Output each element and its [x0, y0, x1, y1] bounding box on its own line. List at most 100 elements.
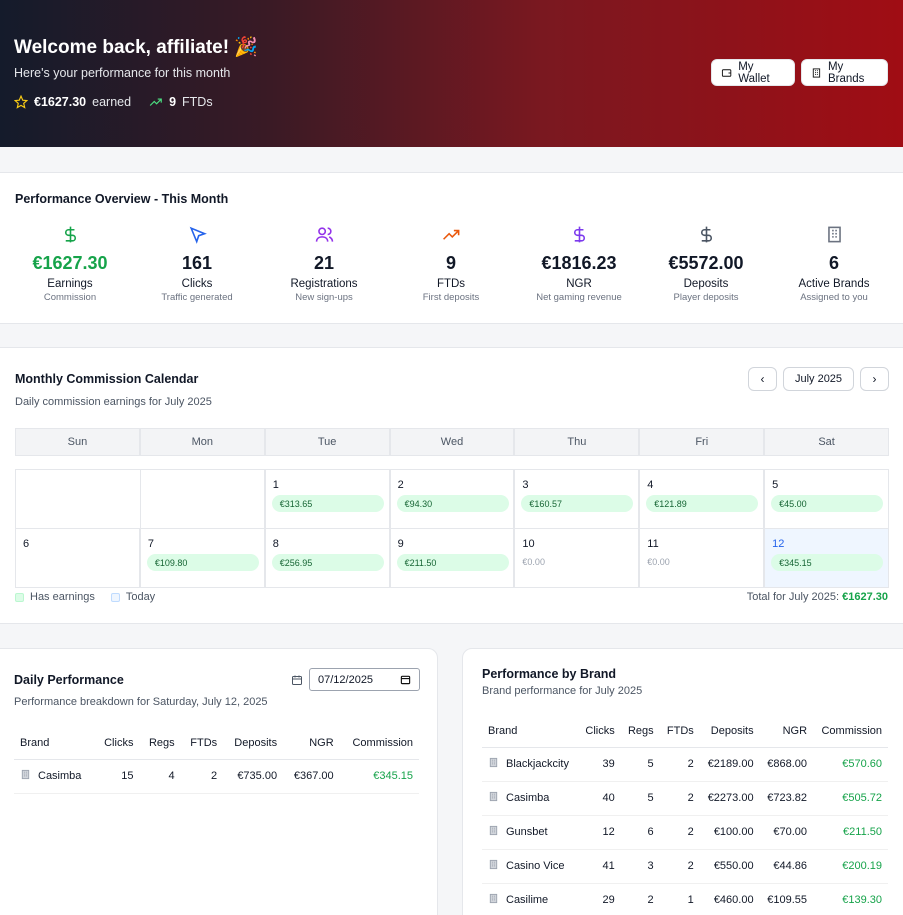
prev-month-button[interactable]: ‹ — [748, 367, 777, 391]
value-cell: €460.00 — [699, 883, 760, 915]
value-cell: 2 — [180, 759, 224, 794]
calendar-day[interactable]: 9 €211.50 — [389, 529, 515, 588]
star-icon — [14, 95, 28, 109]
table-row: Casimba 15 4 2 €735.00 €367.00 €345.15 — [14, 759, 419, 794]
daily-subtitle: Performance breakdown for Saturday, July… — [14, 696, 268, 708]
brand-name-wrap: Blackjackcity — [488, 757, 572, 771]
earnings-zero: €0.00 — [647, 557, 670, 567]
calendar-day[interactable]: 3 €160.57 — [514, 470, 640, 529]
my-brands-button[interactable]: My Brands — [801, 59, 888, 86]
value-cell: €200.19 — [813, 849, 888, 884]
weekday-fri: Fri — [639, 428, 765, 456]
value-cell: 6 — [620, 815, 660, 850]
calendar-day[interactable]: 10 €0.00 — [514, 529, 640, 588]
calendar-day[interactable]: 8 €256.95 — [264, 529, 390, 588]
metric-clicks: 161 Clicks Traffic generated — [137, 223, 257, 303]
metric-label: Deposits — [683, 278, 729, 290]
calendar-picker-icon[interactable] — [400, 674, 411, 685]
brand-cell: Casimba — [482, 781, 579, 816]
welcome-subtitle: Here's your performance for this month — [14, 66, 231, 80]
brand-cell: Casimba — [14, 759, 95, 794]
metric-value: 21 — [313, 253, 335, 273]
my-wallet-button[interactable]: My Wallet — [711, 59, 795, 86]
column-header: Deposits — [699, 715, 760, 748]
brand-name-wrap: Casimba — [488, 791, 572, 805]
calendar-subtitle: Daily commission earnings for July 2025 — [15, 396, 212, 408]
legend-earnings-label: Has earnings — [30, 591, 95, 603]
performance-overview-card: Performance Overview - This Month €1627.… — [0, 172, 903, 324]
weekday-header: Sun Mon Tue Wed Thu Fri Sat — [15, 428, 890, 456]
value-cell: 41 — [578, 849, 621, 884]
brand-cell: Casino Vice — [482, 849, 579, 884]
brand-name-wrap: Casimba — [20, 769, 88, 783]
wallet-icon — [721, 68, 732, 77]
earnings-badge: €109.80 — [146, 554, 259, 571]
metric-sublabel: New sign-ups — [295, 292, 353, 303]
calendar-day[interactable]: 7 €109.80 — [139, 529, 265, 588]
day-number: 7 — [147, 538, 154, 550]
column-header: FTDs — [180, 727, 224, 760]
value-cell: €505.72 — [813, 781, 888, 816]
calendar-day[interactable]: 11 €0.00 — [639, 529, 765, 588]
ftds-value: 9 — [169, 95, 177, 109]
month-selector[interactable]: July 2025 — [783, 367, 854, 391]
brand-cell: Gunsbet — [482, 815, 579, 850]
building-icon — [812, 67, 821, 78]
calendar-day[interactable]: 1 €313.65 — [264, 470, 390, 529]
metric-label: Registrations — [290, 278, 358, 290]
legend-today-label: Today — [125, 591, 156, 603]
column-header: FTDs — [659, 715, 700, 748]
value-cell: 5 — [620, 747, 660, 782]
welcome-banner: Welcome back, affiliate! 🎉 Here's your p… — [0, 0, 903, 147]
value-cell: €367.00 — [283, 759, 340, 794]
cursor-icon — [137, 223, 257, 245]
brand-name: Casilime — [506, 894, 549, 906]
column-header: Commission — [813, 715, 888, 748]
earnings-badge: €45.00 — [771, 495, 884, 512]
column-header: Clicks — [578, 715, 621, 748]
metric-earnings: €1627.30 Earnings Commission — [10, 223, 130, 303]
value-cell: 2 — [659, 815, 700, 850]
ftds-label: FTDs — [182, 95, 213, 109]
earnings-badge: €94.30 — [396, 495, 509, 512]
commission-calendar-card: Monthly Commission Calendar Daily commis… — [0, 347, 903, 624]
value-cell: €2189.00 — [699, 747, 760, 782]
brand-name: Blackjackcity — [506, 758, 569, 770]
brand-name: Casimba — [506, 792, 550, 804]
weekday-sun: Sun — [15, 428, 140, 456]
column-header: Regs — [620, 715, 660, 748]
earnings-badge: €160.57 — [521, 495, 634, 512]
metric-ngr: €1816.23 NGR Net gaming revenue — [519, 223, 639, 303]
calendar-title: Monthly Commission Calendar — [15, 372, 199, 386]
earnings-badge: €211.50 — [396, 554, 509, 571]
value-cell: €211.50 — [813, 815, 888, 850]
metric-value: €1816.23 — [541, 253, 617, 273]
today-swatch — [110, 592, 120, 602]
day-number: 1 — [272, 479, 279, 491]
value-cell: €723.82 — [759, 781, 814, 816]
day-number: 8 — [272, 538, 279, 550]
date-input[interactable]: 07/12/2025 — [309, 668, 420, 691]
day-number: 5 — [772, 479, 779, 491]
calendar-day[interactable]: 12 €345.15 — [764, 529, 889, 588]
day-number: 4 — [647, 479, 654, 491]
weekday-tue: Tue — [264, 428, 390, 456]
earnings-zero: €0.00 — [522, 557, 545, 567]
day-number: 9 — [397, 538, 404, 550]
value-cell: 29 — [578, 883, 621, 915]
metric-active-brands: 6 Active Brands Assigned to you — [774, 223, 894, 303]
table-header-row: Brand Clicks Regs FTDs Deposits NGR Commission — [14, 727, 419, 760]
building-icon — [488, 825, 499, 839]
value-cell: 2 — [620, 883, 660, 915]
metric-value: €1627.30 — [32, 253, 108, 273]
building-icon — [488, 893, 499, 907]
next-month-button[interactable]: › — [860, 367, 889, 391]
calendar-day[interactable]: 6 — [15, 529, 140, 588]
calendar-day[interactable]: 2 €94.30 — [389, 470, 515, 529]
brand-cell: Blackjackcity — [482, 747, 579, 782]
chevron-right-icon: › — [872, 372, 877, 386]
value-cell: €550.00 — [699, 849, 760, 884]
value-cell: 12 — [578, 815, 621, 850]
calendar-day[interactable]: 4 €121.89 — [639, 470, 765, 529]
calendar-day[interactable]: 5 €45.00 — [764, 470, 889, 529]
